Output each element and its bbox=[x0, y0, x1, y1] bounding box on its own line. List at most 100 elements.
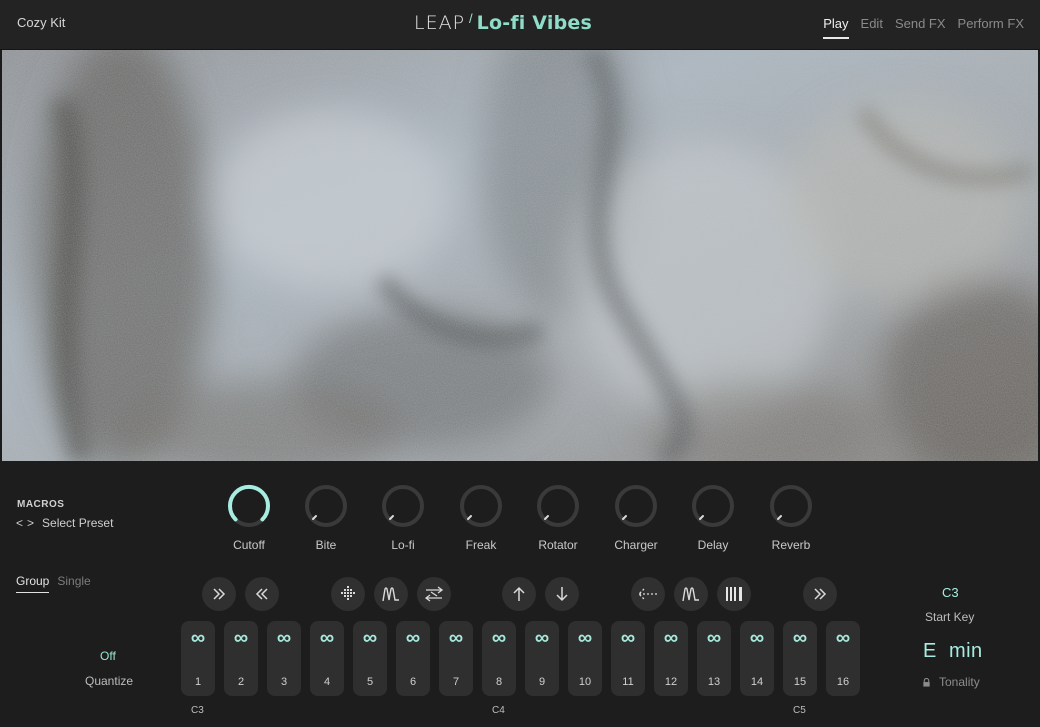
pad-11[interactable]: ∞ 11 bbox=[611, 621, 645, 696]
loop-icon: ∞ bbox=[448, 627, 464, 649]
pad-7[interactable]: ∞ 7 bbox=[439, 621, 473, 696]
pad-16[interactable]: ∞ 16 bbox=[826, 621, 860, 696]
play-panel: MACROS < > Select Preset Cutoff Bite Lo-… bbox=[0, 461, 1040, 727]
pad-number: 9 bbox=[538, 676, 546, 688]
forward-button-2[interactable] bbox=[803, 577, 837, 611]
knob-freak[interactable]: Freak bbox=[451, 483, 511, 553]
knob-reverb[interactable]: Reverb bbox=[761, 483, 821, 553]
loop-icon: ∞ bbox=[835, 627, 851, 649]
tab-send-fx[interactable]: Send FX bbox=[895, 16, 946, 39]
knob-charger[interactable]: Charger bbox=[606, 483, 666, 553]
cutoff-knob-dial[interactable] bbox=[226, 483, 272, 529]
loop-icon: ∞ bbox=[749, 627, 765, 649]
chevron-right-icon[interactable]: > bbox=[27, 516, 34, 530]
tab-play[interactable]: Play bbox=[823, 16, 849, 39]
pad-9[interactable]: ∞ 9 bbox=[525, 621, 559, 696]
knob-label-lofi: Lo-fi bbox=[391, 538, 415, 552]
shuffle-button[interactable] bbox=[417, 577, 451, 611]
loop-icon: ∞ bbox=[663, 627, 679, 649]
knob-label-bite: Bite bbox=[315, 538, 337, 552]
reverse-button[interactable] bbox=[245, 577, 279, 611]
macros-title: MACROS bbox=[17, 499, 65, 510]
pad-5[interactable]: ∞ 5 bbox=[353, 621, 387, 696]
pitch-up-button[interactable] bbox=[502, 577, 536, 611]
start-key-value[interactable]: C3 bbox=[942, 585, 959, 600]
pad-number: 12 bbox=[664, 676, 678, 688]
pad-number: 16 bbox=[836, 676, 850, 688]
rotator-knob-dial[interactable] bbox=[535, 483, 581, 529]
knob-lofi[interactable]: Lo-fi bbox=[373, 483, 433, 553]
pad-15[interactable]: ∞ 15 bbox=[783, 621, 817, 696]
header-bar: Cozy Kit LEAP / Lo-fi Vibes Play Edit Se… bbox=[0, 0, 1040, 50]
pad-number: 1 bbox=[194, 676, 202, 688]
pad-number: 15 bbox=[793, 676, 807, 688]
knob-delay[interactable]: Delay bbox=[683, 483, 743, 553]
knob-label-charger: Charger bbox=[614, 538, 658, 552]
pad-3[interactable]: ∞ 3 bbox=[267, 621, 301, 696]
forward-button[interactable] bbox=[202, 577, 236, 611]
loop-icon: ∞ bbox=[233, 627, 249, 649]
tab-edit[interactable]: Edit bbox=[861, 16, 883, 39]
quantize-value[interactable]: Off bbox=[100, 649, 116, 663]
reverse-icon bbox=[255, 588, 268, 600]
pad-2[interactable]: ∞ 2 bbox=[224, 621, 258, 696]
lock-icon[interactable] bbox=[922, 677, 931, 687]
pitch-down-button[interactable] bbox=[545, 577, 579, 611]
knob-bite[interactable]: Bite bbox=[296, 483, 356, 553]
preset-selector: < > Select Preset bbox=[16, 516, 113, 530]
select-preset-label[interactable]: Select Preset bbox=[42, 516, 113, 530]
loop-icon: ∞ bbox=[491, 627, 507, 649]
knob-rotator[interactable]: Rotator bbox=[528, 483, 588, 553]
loop-icon: ∞ bbox=[534, 627, 550, 649]
tab-perform-fx[interactable]: Perform FX bbox=[958, 16, 1024, 39]
loop-icon: ∞ bbox=[276, 627, 292, 649]
reverb-knob-dial[interactable] bbox=[768, 483, 814, 529]
freak-knob-dial[interactable] bbox=[458, 483, 504, 529]
pad-1[interactable]: ∞ 1 bbox=[181, 621, 215, 696]
tab-single[interactable]: Single bbox=[57, 574, 90, 593]
product-logo: LEAP / Lo-fi Vibes bbox=[414, 10, 592, 36]
charger-knob-dial[interactable] bbox=[613, 483, 659, 529]
knob-label-freak: Freak bbox=[465, 538, 497, 552]
tonality-value[interactable]: E min bbox=[923, 640, 983, 663]
slice-back-icon bbox=[638, 588, 657, 600]
chevron-left-icon[interactable]: < bbox=[16, 516, 23, 530]
loop-icon: ∞ bbox=[405, 627, 421, 649]
logo-brand: LEAP bbox=[414, 12, 466, 34]
pad-4[interactable]: ∞ 4 bbox=[310, 621, 344, 696]
slice-back-button[interactable] bbox=[631, 577, 665, 611]
pad-number: 13 bbox=[707, 676, 721, 688]
pad-10[interactable]: ∞ 10 bbox=[568, 621, 602, 696]
bite-knob-dial[interactable] bbox=[303, 483, 349, 529]
tab-group[interactable]: Group bbox=[16, 574, 50, 593]
pad-number: 11 bbox=[622, 676, 634, 688]
knob-label-rotator: Rotator bbox=[538, 538, 578, 552]
tonality-label: Tonality bbox=[939, 675, 980, 689]
pad-12[interactable]: ∞ 12 bbox=[654, 621, 688, 696]
octave-label-c5: C5 bbox=[793, 705, 806, 716]
knob-cutoff[interactable]: Cutoff bbox=[219, 483, 279, 553]
scatter-button[interactable] bbox=[331, 577, 365, 611]
forward-icon bbox=[213, 588, 226, 600]
pad-number: 4 bbox=[323, 676, 331, 688]
logo-product-name: Lo-fi Vibes bbox=[476, 12, 592, 34]
stutter-button[interactable] bbox=[717, 577, 751, 611]
pitch-down-icon bbox=[556, 587, 568, 602]
logo-separator: / bbox=[469, 10, 473, 26]
pad-13[interactable]: ∞ 13 bbox=[697, 621, 731, 696]
main-nav: Play Edit Send FX Perform FX bbox=[823, 16, 1024, 39]
pad-number: 5 bbox=[366, 676, 374, 688]
pad-8[interactable]: ∞ 8 bbox=[482, 621, 516, 696]
quantize-label: Quantize bbox=[85, 674, 134, 688]
lofi-knob-dial[interactable] bbox=[380, 483, 426, 529]
envelope-button[interactable] bbox=[374, 577, 408, 611]
kit-artwork bbox=[2, 50, 1038, 461]
envelope-button-2[interactable] bbox=[674, 577, 708, 611]
pad-14[interactable]: ∞ 14 bbox=[740, 621, 774, 696]
loop-icon: ∞ bbox=[362, 627, 378, 649]
pad-6[interactable]: ∞ 6 bbox=[396, 621, 430, 696]
stutter-icon bbox=[726, 587, 742, 601]
loop-icon: ∞ bbox=[792, 627, 808, 649]
delay-knob-dial[interactable] bbox=[690, 483, 736, 529]
fur-artwork-image bbox=[2, 50, 1038, 461]
